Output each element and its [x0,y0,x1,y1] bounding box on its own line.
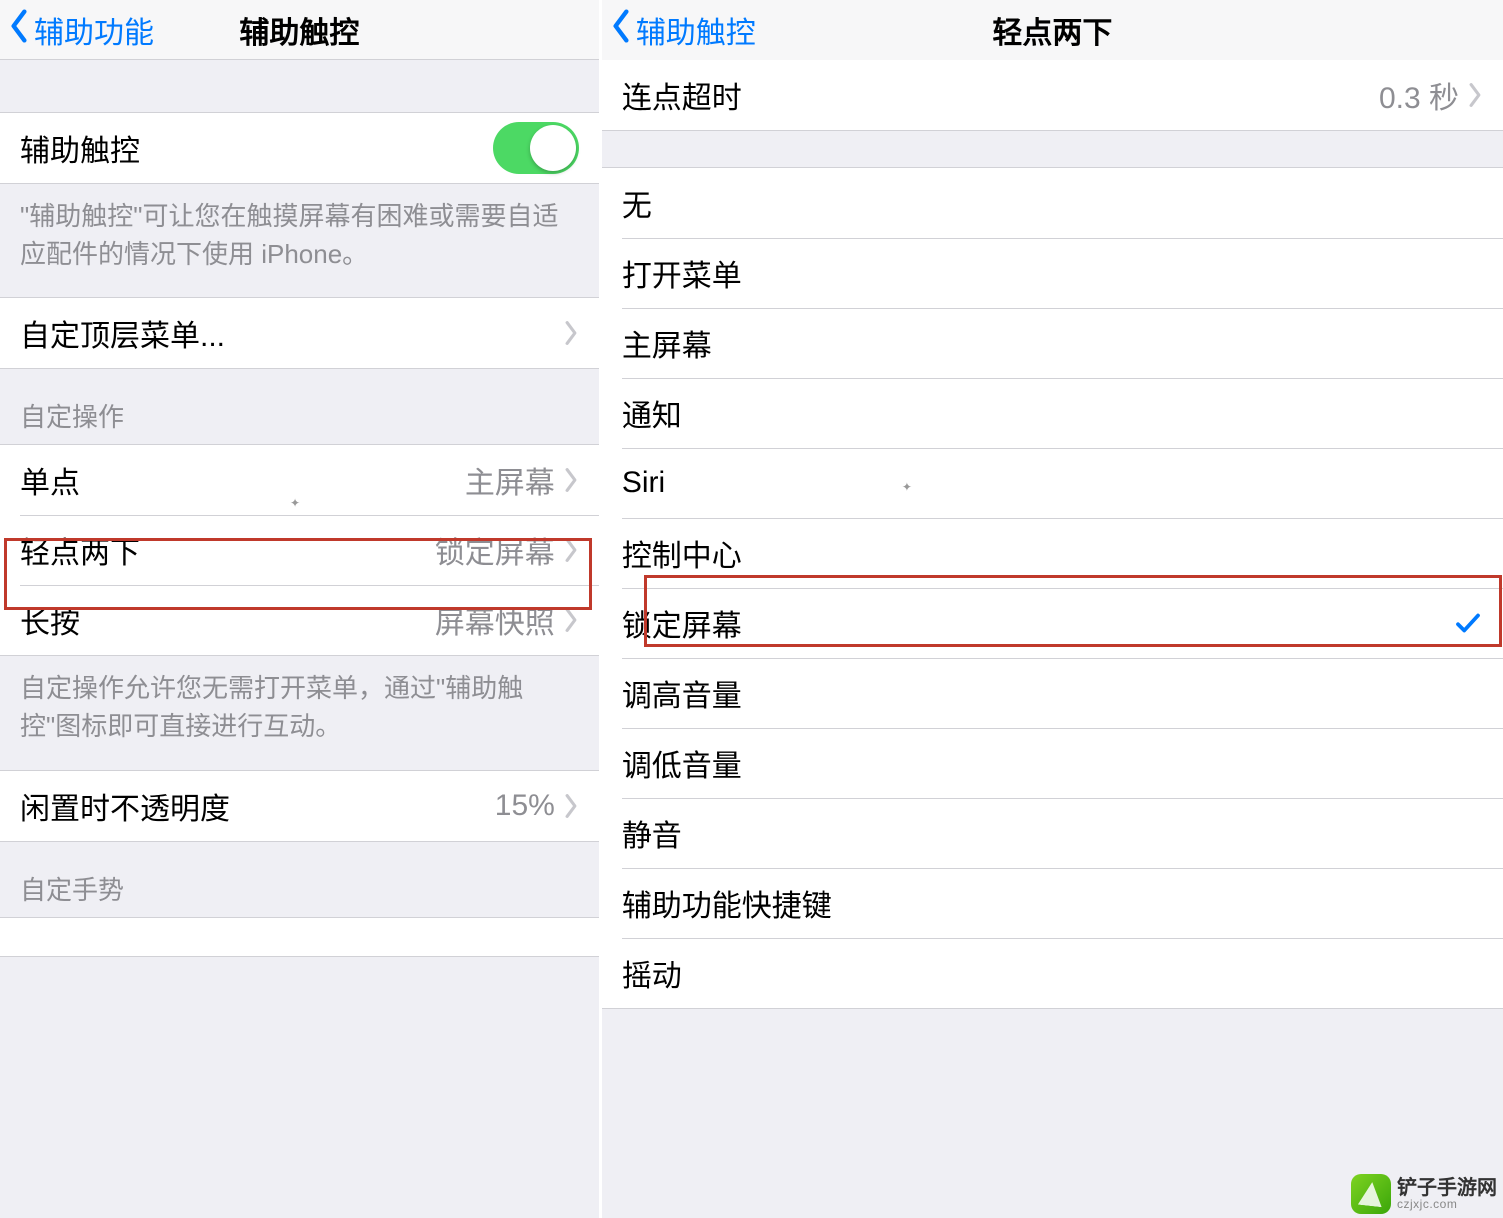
option-label: 主屏幕 [622,321,712,365]
double-tap-options-pane: 辅助触控 轻点两下 连点超时 0.3 秒 无打开菜单主屏幕通知 Siri 控制中心锁… [602,0,1503,1218]
actions-footer-note: 自定操作允许您无需打开菜单，通过"辅助触控"图标即可直接进行互动。 [0,656,599,769]
customize-top-menu-label: 自定顶层菜单... [20,311,225,355]
chevron-left-icon [610,8,632,52]
double-tap-option-row[interactable]: 主屏幕 [602,308,1503,378]
option-label: 摇动 [622,951,682,995]
back-label: 辅助触控 [636,8,756,52]
navbar-left: 辅助功能 辅助触控 [0,0,599,60]
custom-gestures-header: 自定手势 [0,842,599,917]
double-tap-option-row[interactable]: 锁定屏幕 [602,588,1503,658]
double-tap-option-row[interactable]: 无 [602,168,1503,238]
toggle-group: 辅助触控 [0,112,599,184]
customize-menu-group: 自定顶层菜单... [0,297,599,369]
double-tap-option-row[interactable]: 辅助功能快捷键 [602,868,1503,938]
customize-top-menu-row[interactable]: 自定顶层菜单... [0,298,599,368]
chevron-right-icon [1467,82,1483,108]
timeout-group: 连点超时 0.3 秒 [602,60,1503,131]
chevron-right-icon [563,467,579,493]
idle-opacity-group: 闲置时不透明度 15% [0,770,599,842]
option-label: Siri [622,466,665,500]
double-tap-options-group: 无打开菜单主屏幕通知 Siri 控制中心锁定屏幕调高音量调低音量静音辅助功能快捷键摇… [602,167,1503,1009]
artifact-dot: ✦ [290,496,302,508]
double-tap-option-row[interactable]: 调高音量 [602,658,1503,728]
action-label: 长按 [20,598,80,642]
chevron-left-icon [8,8,30,52]
option-label: 调低音量 [622,741,742,785]
watermark-icon [1351,1174,1391,1214]
timeout-value: 0.3 秒 [1379,73,1459,117]
double-tap-timeout-row[interactable]: 连点超时 0.3 秒 [602,60,1503,130]
chevron-right-icon [563,537,579,563]
option-label: 打开菜单 [622,251,742,295]
back-label: 辅助功能 [34,8,154,52]
custom-gestures-group [0,917,599,957]
idle-opacity-value: 15% [495,789,555,823]
page-title: 轻点两下 [992,8,1112,52]
idle-opacity-label: 闲置时不透明度 [20,784,230,828]
checkmark-icon [1453,608,1483,638]
action-value: 锁定屏幕 [435,528,555,572]
action-label: 轻点两下 [20,528,140,572]
toggle-footer-note: "辅助触控"可让您在触摸屏幕有困难或需要自适应配件的情况下使用 iPhone。 [0,184,599,297]
option-label: 通知 [622,391,682,435]
timeout-label: 连点超时 [622,73,742,117]
action-long-press-row[interactable]: 长按 屏幕快照 [0,585,599,655]
chevron-right-icon [563,607,579,633]
action-value: 屏幕快照 [435,598,555,642]
option-label: 无 [622,181,652,225]
navbar-right: 辅助触控 轻点两下 [602,0,1503,60]
page-title: 辅助触控 [239,8,359,52]
back-button[interactable]: 辅助功能 [8,0,154,60]
toggle-label: 辅助触控 [20,126,140,170]
artifact-dot: ✦ [902,480,914,492]
option-label: 静音 [622,811,682,855]
chevron-right-icon [563,793,579,819]
double-tap-option-row[interactable]: 静音 [602,798,1503,868]
double-tap-option-row[interactable]: Siri [602,448,1503,518]
double-tap-option-row[interactable]: 调低音量 [602,728,1503,798]
watermark-url: czjxjc.com [1397,1198,1497,1210]
action-label: 单点 [20,458,80,502]
double-tap-option-row[interactable]: 摇动 [602,938,1503,1008]
option-label: 辅助功能快捷键 [622,881,832,925]
action-value: 主屏幕 [465,458,555,502]
watermark-name: 铲子手游网 [1397,1178,1497,1198]
action-double-tap-row[interactable]: 轻点两下 锁定屏幕 [0,515,599,585]
option-label: 调高音量 [622,671,742,715]
back-button[interactable]: 辅助触控 [610,0,756,60]
double-tap-option-row[interactable]: 通知 [602,378,1503,448]
assistive-touch-toggle-row[interactable]: 辅助触控 [0,113,599,183]
watermark: 铲子手游网 czjxjc.com [1351,1174,1497,1214]
idle-opacity-row[interactable]: 闲置时不透明度 15% [0,771,599,841]
option-label: 控制中心 [622,531,742,575]
double-tap-option-row[interactable]: 控制中心 [602,518,1503,588]
custom-actions-header: 自定操作 [0,369,599,444]
chevron-right-icon [563,320,579,346]
settings-assistive-touch-pane: 辅助功能 辅助触控 辅助触控 "辅助触控"可让您在触摸屏幕有困难或需要自适应配件… [0,0,599,1218]
double-tap-option-row[interactable]: 打开菜单 [602,238,1503,308]
custom-actions-group: 单点 主屏幕 轻点两下 锁定屏幕 长按 屏幕快照 [0,444,599,656]
option-label: 锁定屏幕 [622,601,742,645]
toggle-switch[interactable] [493,122,579,174]
